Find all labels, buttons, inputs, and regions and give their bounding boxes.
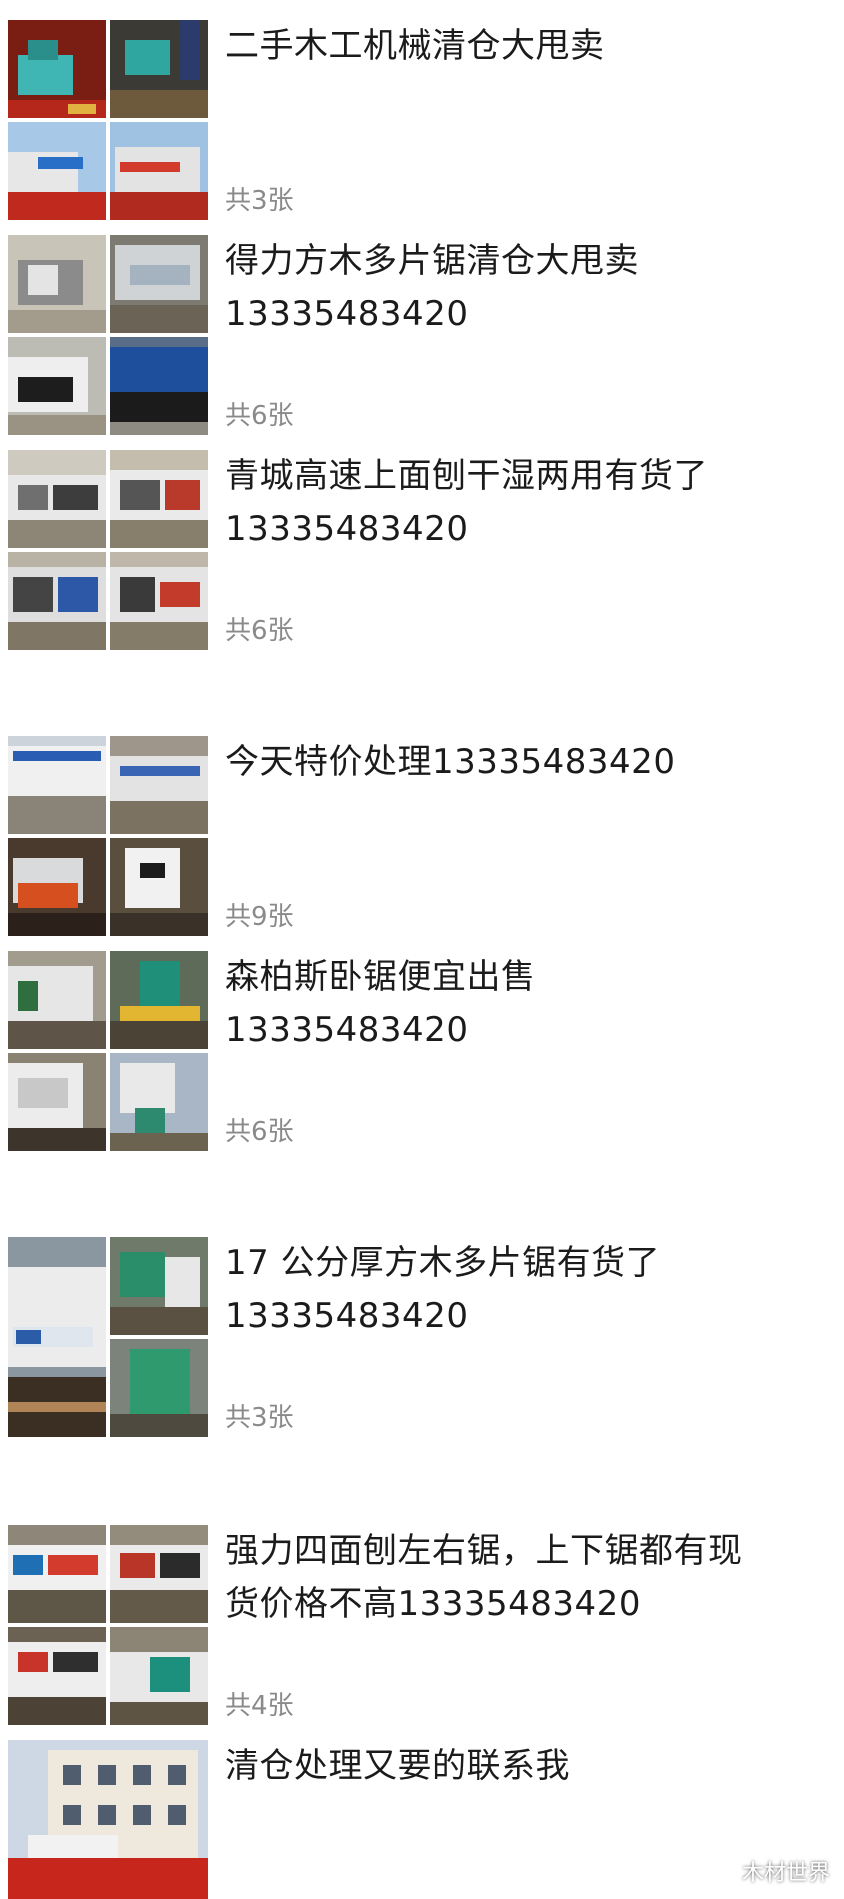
photo-grid[interactable] — [8, 450, 208, 650]
photo-thumbnail[interactable] — [110, 20, 208, 118]
photo-grid[interactable] — [8, 20, 208, 220]
photo-thumbnail[interactable] — [8, 552, 106, 650]
photo-thumbnail[interactable] — [110, 1525, 208, 1623]
photo-count: 共3张 — [225, 1403, 294, 1433]
photo-thumbnail[interactable] — [8, 1740, 208, 1899]
photo-thumbnail[interactable] — [110, 736, 208, 834]
post-text: 清仓处理又要的联系我 — [225, 1740, 825, 1793]
moment-post[interactable]: 强力四面刨左右锯，上下锯都有现 货价格不高13335483420 共4张 — [8, 1525, 838, 1725]
moment-post[interactable]: 今天特价处理13335483420 共9张 — [8, 736, 838, 936]
photo-thumbnail[interactable] — [110, 235, 208, 333]
post-text-line: 青城高速上面刨干湿两用有货了 — [225, 456, 708, 496]
photo-thumbnail[interactable] — [110, 1627, 208, 1725]
photo-thumbnail[interactable] — [8, 122, 106, 220]
photo-grid[interactable] — [8, 235, 208, 435]
photo-thumbnail[interactable] — [8, 20, 106, 118]
photo-thumbnail[interactable] — [110, 1053, 208, 1151]
photo-thumbnail[interactable] — [8, 736, 106, 834]
phone-number[interactable]: 13335483420 — [225, 503, 825, 556]
photo-thumbnail[interactable] — [110, 337, 208, 435]
moment-post[interactable]: 17 公分厚方木多片锯有货了 13335483420 共3张 — [8, 1237, 838, 1437]
phone-number[interactable]: 13335483420 — [225, 1004, 825, 1057]
watermark-text: 木材世界 — [741, 1861, 830, 1886]
photo-count: 共3张 — [225, 186, 294, 216]
post-text-line: 强力四面刨左右锯，上下锯都有现 — [225, 1531, 743, 1571]
post-text-line: 二手木工机械清仓大甩卖 — [225, 26, 605, 66]
moment-post[interactable]: 得力方木多片锯清仓大甩卖 13335483420 共6张 — [8, 235, 838, 435]
post-text: 强力四面刨左右锯，上下锯都有现 货价格不高13335483420 — [225, 1525, 825, 1631]
post-text-line: 得力方木多片锯清仓大甩卖 — [225, 241, 639, 281]
photo-thumbnail[interactable] — [8, 838, 106, 936]
post-text: 二手木工机械清仓大甩卖 — [225, 20, 825, 73]
post-text-line: 森柏斯卧锯便宜出售 — [225, 957, 536, 997]
photo-thumbnail[interactable] — [110, 1237, 208, 1335]
phone-number[interactable]: 13335483420 — [225, 288, 825, 341]
wechat-icon — [710, 1860, 736, 1882]
photo-count: 共6张 — [225, 401, 294, 431]
post-text-line[interactable]: 今天特价处理13335483420 — [225, 736, 825, 789]
photo-thumbnail[interactable] — [8, 1053, 106, 1151]
post-text-line: 清仓处理又要的联系我 — [225, 1746, 570, 1786]
photo-thumbnail[interactable] — [110, 951, 208, 1049]
moment-post[interactable]: 森柏斯卧锯便宜出售 13335483420 共6张 — [8, 951, 838, 1151]
photo-thumbnail[interactable] — [110, 552, 208, 650]
post-text: 17 公分厚方木多片锯有货了 13335483420 — [225, 1237, 825, 1343]
post-text: 今天特价处理13335483420 — [225, 736, 825, 789]
photo-thumbnail[interactable] — [8, 1525, 106, 1623]
photo-grid[interactable] — [8, 1237, 208, 1437]
photo-thumbnail[interactable] — [8, 1627, 106, 1725]
photo-thumbnail[interactable] — [8, 337, 106, 435]
photo-thumbnail[interactable] — [8, 235, 106, 333]
photo-thumbnail[interactable] — [110, 450, 208, 548]
post-text-line[interactable]: 货价格不高13335483420 — [225, 1578, 825, 1631]
photo-thumbnail[interactable] — [110, 122, 208, 220]
photo-grid[interactable] — [8, 736, 208, 936]
photo-grid[interactable] — [8, 951, 208, 1151]
post-text: 森柏斯卧锯便宜出售 13335483420 — [225, 951, 825, 1057]
moment-post[interactable]: 二手木工机械清仓大甩卖 共3张 — [8, 20, 838, 220]
photo-grid[interactable] — [8, 1525, 208, 1725]
photo-thumbnail[interactable] — [8, 951, 106, 1049]
post-text-line: 17 公分厚方木多片锯有货了 — [225, 1243, 661, 1283]
photo-thumbnail[interactable] — [110, 838, 208, 936]
photo-thumbnail[interactable] — [8, 450, 106, 548]
photo-count: 共4张 — [225, 1691, 294, 1721]
moment-post[interactable]: 青城高速上面刨干湿两用有货了 13335483420 共6张 — [8, 450, 838, 650]
phone-number[interactable]: 13335483420 — [225, 1290, 825, 1343]
photo-count: 共6张 — [225, 616, 294, 646]
photo-count: 共9张 — [225, 902, 294, 932]
post-text: 得力方木多片锯清仓大甩卖 13335483420 — [225, 235, 825, 341]
post-text: 青城高速上面刨干湿两用有货了 13335483420 — [225, 450, 825, 556]
photo-count: 共6张 — [225, 1117, 294, 1147]
account-watermark: 木材世界 — [710, 1855, 830, 1887]
photo-thumbnail[interactable] — [110, 1339, 208, 1437]
photo-grid[interactable] — [8, 1740, 208, 1899]
photo-thumbnail[interactable] — [8, 1237, 106, 1437]
